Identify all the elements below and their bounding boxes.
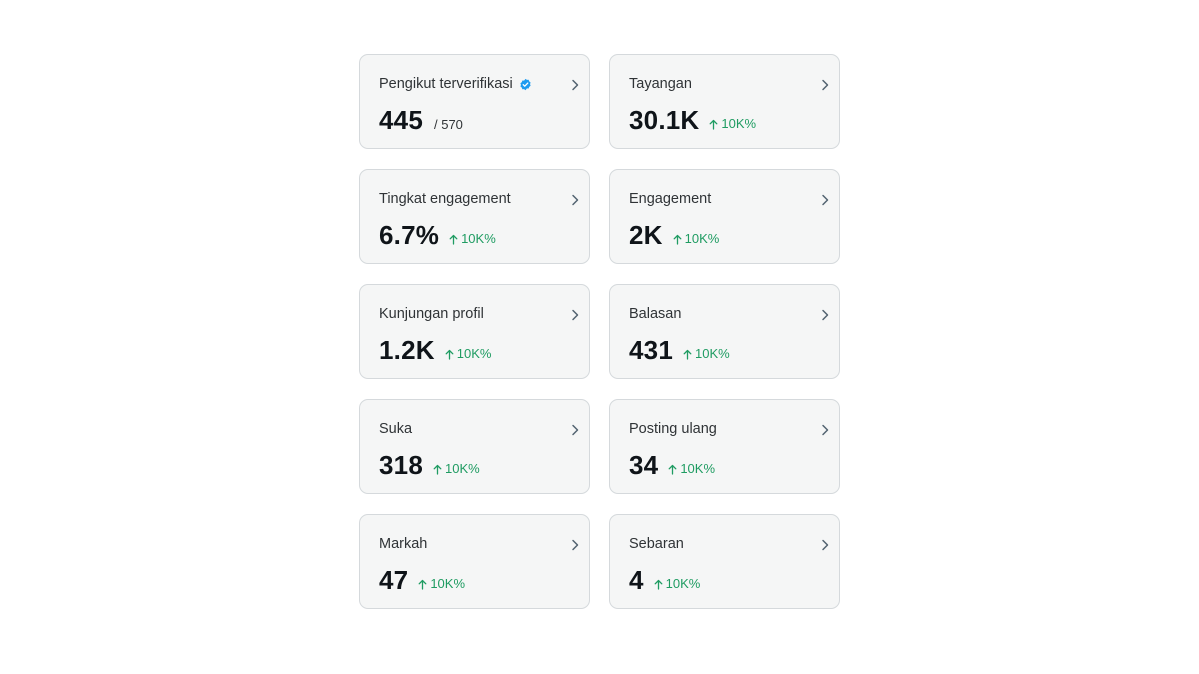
arrow-up-icon (418, 579, 427, 590)
metric-value: 318 (379, 450, 423, 480)
metric-label: Engagement (629, 191, 711, 207)
chevron-right-icon (822, 194, 829, 206)
metric-value-row: 318 10K% (379, 450, 480, 481)
metric-value: 30.1K (629, 105, 700, 135)
metric-change: 10K% (449, 231, 496, 246)
metric-change-text: 10K% (456, 346, 492, 361)
arrow-up-icon (449, 234, 458, 245)
metric-value: 431 (629, 335, 673, 365)
chevron-right-icon (572, 539, 579, 551)
metric-value-row: 431 10K% (629, 335, 730, 366)
metric-card-engagements[interactable]: Engagement 2K 10K% (609, 169, 840, 264)
chevron-right-icon (572, 424, 579, 436)
metric-value: 34 (629, 450, 659, 480)
metric-label: Markah (379, 536, 427, 552)
metric-card-replies[interactable]: Balasan 431 10K% (609, 284, 840, 379)
metric-value-row: 47 10K% (379, 565, 465, 596)
chevron-right-icon (822, 539, 829, 551)
metric-card-reposts[interactable]: Posting ulang 34 10K% (609, 399, 840, 494)
metric-card-verified-followers[interactable]: Pengikut terverifikasi 445 / 570 (359, 54, 590, 149)
metric-value: 47 (379, 565, 409, 595)
chevron-right-icon (822, 309, 829, 321)
metric-value-row: 34 10K% (629, 450, 715, 481)
chevron-right-icon (822, 424, 829, 436)
metric-change-text: 10K% (665, 576, 701, 591)
chevron-right-icon (572, 194, 579, 206)
metric-change: 10K% (433, 461, 480, 476)
metric-value-row: 6.7% 10K% (379, 220, 496, 251)
metric-card-impressions[interactable]: Tayangan 30.1K 10K% (609, 54, 840, 149)
metric-value-row: 4 10K% (629, 565, 700, 596)
metric-change: 10K% (668, 461, 715, 476)
metric-value: 4 (629, 565, 644, 595)
metric-label-text: Sebaran (629, 536, 684, 552)
chevron-right-icon (572, 309, 579, 321)
metric-change-text: 10K% (694, 346, 730, 361)
metric-change-text: 10K% (444, 461, 480, 476)
metric-value: 445 (379, 105, 423, 135)
metric-label: Posting ulang (629, 421, 717, 437)
metric-value: 1.2K (379, 335, 435, 365)
metric-value-row: 445 / 570 (379, 105, 463, 136)
metric-label-text: Balasan (629, 306, 682, 322)
metric-label: Tayangan (629, 76, 692, 92)
metric-label-text: Suka (379, 421, 413, 437)
arrow-up-icon (683, 349, 692, 360)
analytics-metrics-grid: Pengikut terverifikasi 445 / 570 Tayanga… (359, 54, 840, 609)
metric-value: 2K (629, 220, 663, 250)
metric-label: Sebaran (629, 536, 684, 552)
metric-card-likes[interactable]: Suka 318 10K% (359, 399, 590, 494)
metric-label-text: Tayangan (629, 76, 692, 92)
metric-change: 10K% (683, 346, 730, 361)
metric-change-text: 10K% (684, 231, 720, 246)
metric-label: Suka (379, 421, 412, 437)
metric-label-text: Posting ulang (629, 421, 717, 437)
metric-label-text: Markah (379, 536, 428, 552)
metric-label: Balasan (629, 306, 681, 322)
metric-card-engagement-rate[interactable]: Tingkat engagement 6.7% 10K% (359, 169, 590, 264)
metric-card-shares[interactable]: Sebaran 4 10K% (609, 514, 840, 609)
metric-change: 10K% (709, 116, 756, 131)
metric-change-text: 10K% (461, 231, 496, 246)
metric-label-text: Pengikut terverifikasi (379, 76, 513, 92)
metric-change-text: 10K% (721, 116, 757, 131)
metric-label: Tingkat engagement (379, 191, 511, 207)
chevron-right-icon (822, 79, 829, 91)
metric-card-bookmarks[interactable]: Markah 47 10K% (359, 514, 590, 609)
metric-change: 10K% (418, 576, 465, 591)
metric-change-text: 10K% (680, 461, 716, 476)
metric-change: 10K% (654, 576, 701, 591)
metric-label: Pengikut terverifikasi (379, 76, 532, 92)
metric-value-row: 2K 10K% (629, 220, 719, 251)
arrow-up-icon (445, 349, 454, 360)
verified-badge-icon (520, 78, 531, 90)
arrow-up-icon (673, 234, 682, 245)
metric-total: / 570 (433, 117, 463, 132)
metric-change-text: 10K% (430, 576, 466, 591)
arrow-up-icon (433, 464, 442, 475)
metric-value: 6.7% (379, 220, 440, 250)
metric-change: 10K% (445, 346, 492, 361)
metric-card-profile-visits[interactable]: Kunjungan profil 1.2K 10K% (359, 284, 590, 379)
arrow-up-icon (668, 464, 677, 475)
metric-value-row: 30.1K 10K% (629, 105, 756, 136)
metric-label: Kunjungan profil (379, 306, 484, 322)
metric-label-text: Engagement (629, 191, 712, 207)
metric-label-text: Tingkat engagement (379, 191, 511, 207)
metric-value-row: 1.2K 10K% (379, 335, 491, 366)
metric-change: 10K% (673, 231, 720, 246)
metric-label-text: Kunjungan profil (379, 306, 484, 322)
arrow-up-icon (709, 119, 718, 130)
arrow-up-icon (654, 579, 663, 590)
chevron-right-icon (572, 79, 579, 91)
